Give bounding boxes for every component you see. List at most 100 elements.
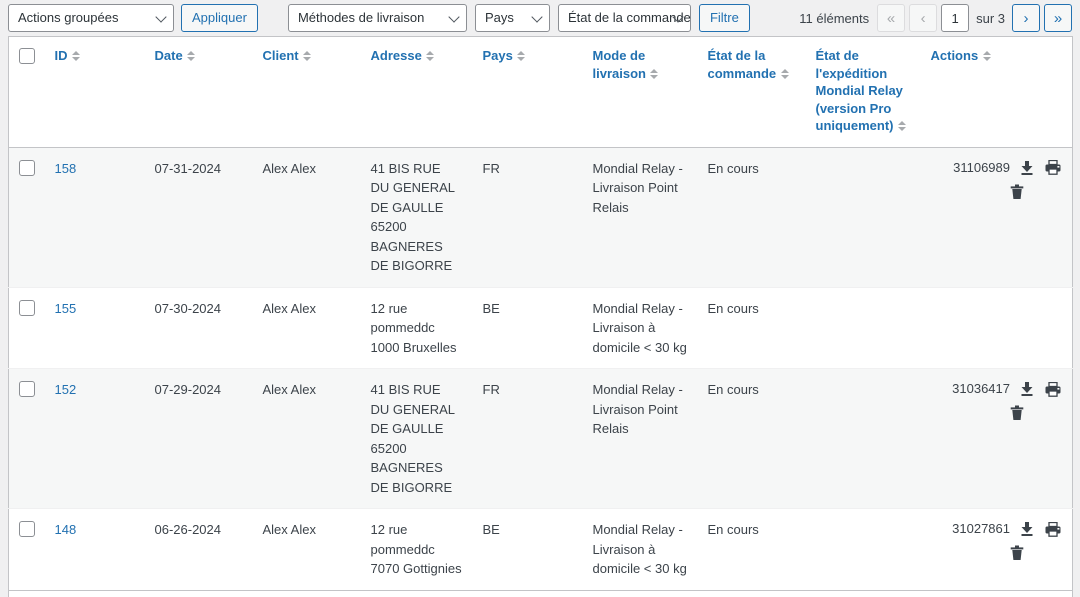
sort-icon xyxy=(780,69,789,79)
sort-icon xyxy=(303,51,312,61)
column-header-client[interactable]: Client xyxy=(253,37,361,148)
row-select-cell xyxy=(9,509,45,591)
total-pages-text-top: sur 3 xyxy=(973,11,1008,26)
items-count-top: 11 éléments xyxy=(799,11,869,26)
trash-icon[interactable] xyxy=(1008,183,1026,201)
column-footer-id[interactable]: ID xyxy=(45,590,145,597)
sort-icon xyxy=(898,121,907,131)
cell-adresse: 41 BIS RUE DU GENERAL DE GAULLE 65200 BA… xyxy=(361,147,473,287)
row-checkbox[interactable] xyxy=(19,521,35,537)
apply-button[interactable]: Appliquer xyxy=(181,4,258,32)
column-header-pays-label: Pays xyxy=(483,48,513,63)
sort-icon xyxy=(72,51,81,61)
column-header-pays[interactable]: Pays xyxy=(473,37,583,148)
cell-etat: En cours xyxy=(698,147,806,287)
row-select-cell xyxy=(9,147,45,287)
chevron-down-icon xyxy=(531,11,542,22)
row-checkbox[interactable] xyxy=(19,300,35,316)
cell-client: Alex Alex xyxy=(253,147,361,287)
cell-expedition xyxy=(806,369,921,509)
download-icon[interactable] xyxy=(1018,380,1036,398)
cell-date: 07-29-2024 xyxy=(145,369,253,509)
column-footer-pays[interactable]: Pays xyxy=(473,590,583,597)
column-header-client-label: Client xyxy=(263,48,299,63)
shipping-methods-select-value: Méthodes de livraison xyxy=(298,5,424,31)
column-header-etat-label: État de la commande xyxy=(708,48,777,81)
cell-date: 06-26-2024 xyxy=(145,509,253,591)
column-header-id[interactable]: ID xyxy=(45,37,145,148)
column-footer-mode[interactable]: Mode de livraison xyxy=(583,590,698,597)
bulk-actions-select-value: Actions groupées xyxy=(18,5,118,31)
chevron-down-icon xyxy=(155,11,166,22)
current-page-input-top[interactable] xyxy=(941,4,969,32)
trash-icon[interactable] xyxy=(1008,544,1026,562)
column-footer-adresse[interactable]: Adresse xyxy=(361,590,473,597)
table-row: 152 07-29-2024 Alex Alex 41 BIS RUE DU G… xyxy=(9,369,1073,509)
actions-group: 31036417 xyxy=(931,380,1063,422)
cell-mode: Mondial Relay - Livraison Point Relais xyxy=(583,147,698,287)
column-footer-date[interactable]: Date xyxy=(145,590,253,597)
shipping-methods-select[interactable]: Méthodes de livraison xyxy=(288,4,467,32)
pagination-top: 11 éléments « ‹ sur 3 › » xyxy=(799,4,1072,32)
column-header-etat[interactable]: État de la commande xyxy=(698,37,806,148)
order-id-link[interactable]: 158 xyxy=(55,161,77,176)
tracking-number: 31106989 xyxy=(953,159,1010,177)
cell-pays: BE xyxy=(473,509,583,591)
order-id-link[interactable]: 148 xyxy=(55,522,77,537)
chevron-down-icon xyxy=(448,11,459,22)
table-head: ID Date Client Adresse Pays Mode de livr… xyxy=(9,37,1073,148)
trash-wrap xyxy=(931,544,1063,562)
cell-expedition xyxy=(806,509,921,591)
cell-client: Alex Alex xyxy=(253,509,361,591)
cell-expedition xyxy=(806,287,921,369)
last-page-button-top[interactable]: » xyxy=(1044,4,1072,32)
cell-expedition xyxy=(806,147,921,287)
row-checkbox[interactable] xyxy=(19,381,35,397)
cell-etat: En cours xyxy=(698,369,806,509)
filter-button[interactable]: Filtre xyxy=(699,4,750,32)
print-icon[interactable] xyxy=(1044,159,1062,177)
column-footer-etat[interactable]: État de la commande xyxy=(698,590,806,597)
column-header-mode-label: Mode de livraison xyxy=(593,48,646,81)
column-header-actions-label: Actions xyxy=(931,48,979,63)
trash-wrap xyxy=(931,404,1063,422)
column-header-adresse[interactable]: Adresse xyxy=(361,37,473,148)
table-row: 148 06-26-2024 Alex Alex 12 rue pommeddc… xyxy=(9,509,1073,591)
next-page-button-top[interactable]: › xyxy=(1012,4,1040,32)
cell-client: Alex Alex xyxy=(253,287,361,369)
cell-mode: Mondial Relay - Livraison à domicile < 3… xyxy=(583,509,698,591)
actions-group: 31106989 xyxy=(931,159,1063,201)
column-header-mode[interactable]: Mode de livraison xyxy=(583,37,698,148)
country-select[interactable]: Pays xyxy=(475,4,550,32)
actions-group: 31027861 xyxy=(931,520,1063,562)
sort-icon xyxy=(650,69,659,79)
order-state-select[interactable]: État de la commande xyxy=(558,4,691,32)
table-body: 158 07-31-2024 Alex Alex 41 BIS RUE DU G… xyxy=(9,147,1073,590)
tracking-number: 31027861 xyxy=(952,520,1010,538)
order-id-link[interactable]: 152 xyxy=(55,382,77,397)
select-all-checkbox[interactable] xyxy=(19,48,35,64)
download-icon[interactable] xyxy=(1018,520,1036,538)
cell-etat: En cours xyxy=(698,287,806,369)
column-footer-client[interactable]: Client xyxy=(253,590,361,597)
column-footer-expedition[interactable]: État de l'expédition Mondial Relay (vers… xyxy=(806,590,921,597)
order-id-link[interactable]: 155 xyxy=(55,301,77,316)
column-header-date[interactable]: Date xyxy=(145,37,253,148)
trash-wrap xyxy=(931,183,1063,201)
cell-adresse: 12 rue pommeddc 1000 Bruxelles xyxy=(361,287,473,369)
download-icon[interactable] xyxy=(1018,159,1036,177)
column-header-actions[interactable]: Actions xyxy=(921,37,1073,148)
first-page-button-top: « xyxy=(877,4,905,32)
table-header-row: ID Date Client Adresse Pays Mode de livr… xyxy=(9,37,1073,148)
row-checkbox[interactable] xyxy=(19,160,35,176)
bulk-actions-select[interactable]: Actions groupées xyxy=(8,4,174,32)
column-header-adresse-label: Adresse xyxy=(371,48,422,63)
select-all-header xyxy=(9,37,45,148)
column-footer-actions[interactable]: Actions xyxy=(921,590,1073,597)
column-header-expedition[interactable]: État de l'expédition Mondial Relay (vers… xyxy=(806,37,921,148)
trash-icon[interactable] xyxy=(1008,404,1026,422)
cell-pays: BE xyxy=(473,287,583,369)
cell-mode: Mondial Relay - Livraison à domicile < 3… xyxy=(583,287,698,369)
print-icon[interactable] xyxy=(1044,520,1062,538)
print-icon[interactable] xyxy=(1044,380,1062,398)
